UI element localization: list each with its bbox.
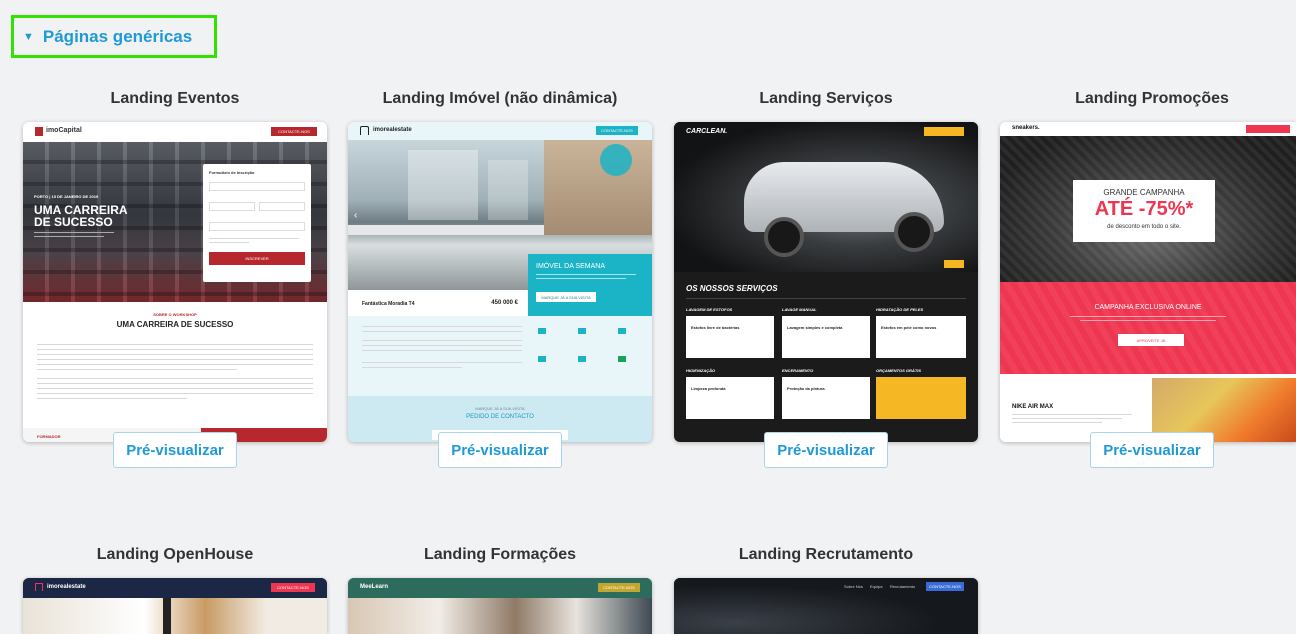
section-header-paginas-genericas[interactable]: ▼ Páginas genéricas bbox=[11, 15, 217, 58]
service-col-title: ENCERAMENTO bbox=[782, 368, 814, 373]
discount-text: ATÉ -75%* bbox=[1094, 198, 1194, 220]
thumb-brand: imoCapital bbox=[46, 127, 82, 134]
service-item: Limpeza profunda bbox=[691, 386, 726, 391]
thumb-brand: imorealestate bbox=[47, 584, 86, 590]
template-thumbnail-eventos[interactable]: imoCapital CONTACTE-NOS PORTO | 15 DE JA… bbox=[23, 122, 327, 442]
template-card-title: Landing Formações bbox=[423, 546, 577, 563]
template-card-title: Landing Imóvel (não dinâmica) bbox=[382, 90, 618, 107]
service-item: Estofos em pele como novos bbox=[881, 325, 937, 330]
form-title: Formulário de Inscrição bbox=[209, 170, 255, 175]
preview-button-imovel[interactable]: Pré-visualizar bbox=[438, 432, 562, 468]
logo-icon bbox=[35, 127, 43, 136]
service-item: Estofos livre de bactérias bbox=[691, 325, 740, 330]
preview-button-eventos[interactable]: Pré-visualizar bbox=[113, 432, 237, 468]
template-card-title: Landing Serviços bbox=[759, 90, 893, 107]
online-banner: CAMPANHA EXCLUSIVA ONLINE APROVEITE JÁ bbox=[1000, 282, 1296, 374]
thumb-brand: CARCLEAN. bbox=[686, 128, 728, 135]
service-col-title: LAVAGEM DE ESTOFOS bbox=[686, 307, 733, 312]
template-card-title: Landing OpenHouse bbox=[96, 546, 254, 563]
thumb-section-title: UMA CARREIRA DE SUCESSO bbox=[116, 320, 234, 329]
template-thumbnail-servicos[interactable]: CARCLEAN. OS NOSSOS SERVIÇOS LAVAGEM DE … bbox=[674, 122, 978, 442]
hero-image bbox=[674, 122, 978, 272]
thumb-brand: MeeLearn bbox=[360, 584, 389, 590]
nav-link: Sobre Nós bbox=[844, 584, 863, 589]
template-thumbnail-imovel[interactable]: imorealestate CONTACTE-NOS ‹ IMÓVEL DA S… bbox=[348, 122, 652, 442]
thumb-cta: CONTACTE-NOS bbox=[596, 126, 638, 135]
thumb-cta: CONTACTE-NOS bbox=[926, 582, 964, 591]
service-item: Proteção da pintura bbox=[787, 386, 825, 391]
thumb-date: PORTO | 15 DE JANEIRO DE 2019 bbox=[34, 194, 99, 199]
service-item: Lavagem simples e completa bbox=[787, 325, 843, 330]
property-label: Fantástica Moradia T4 bbox=[362, 301, 415, 307]
discount-sub: de desconto em todo o site. bbox=[1107, 224, 1181, 230]
week-title: IMÓVEL DA SEMANA bbox=[536, 263, 605, 270]
campaign-title: GRANDE CAMPANHA bbox=[1103, 188, 1185, 197]
template-thumbnail-formacoes[interactable]: MeeLearn CONTACTE-NOS bbox=[348, 578, 652, 634]
property-price: 450 000 € bbox=[491, 300, 518, 306]
campaign-box: GRANDE CAMPANHA ATÉ -75%* de desconto em… bbox=[1073, 180, 1215, 242]
thumb-form: Formulário de Inscrição INSCREVER bbox=[203, 164, 311, 282]
thumb-brand: imorealestate bbox=[373, 127, 412, 133]
nav-link: Equipa bbox=[870, 584, 883, 589]
template-card-title: Landing Eventos bbox=[110, 90, 240, 107]
badge-icon bbox=[600, 144, 632, 176]
week-button: MARQUE JÁ A SUA VISITA bbox=[536, 292, 596, 302]
service-col-title: ORÇAMENTOS GRÁTIS bbox=[876, 368, 922, 373]
thumb-hero-title-2: DE SUCESSO bbox=[34, 215, 113, 229]
online-title: CAMPANHA EXCLUSIVA ONLINE bbox=[1094, 304, 1202, 311]
thumb-cta: CONTACTE-NOS bbox=[598, 583, 640, 592]
thumb-cta: CONTACTE-NOS bbox=[271, 583, 315, 592]
house-icon bbox=[360, 126, 369, 135]
thumb-cta: CONTACTE-NOS bbox=[271, 127, 317, 136]
service-col-title: HIDRATAÇÃO DE PELES bbox=[876, 307, 924, 312]
caret-down-icon: ▼ bbox=[23, 30, 34, 43]
visit-title: PEDIDO DE CONTACTO bbox=[466, 414, 534, 420]
preview-button-promocoes[interactable]: Pré-visualizar bbox=[1090, 432, 1214, 468]
product-title: NIKE AIR MAX bbox=[1012, 404, 1054, 410]
thumb-footer-left: FORMADOR bbox=[37, 434, 61, 439]
template-thumbnail-promocoes[interactable]: sneakers. GRANDE CAMPANHA ATÉ -75%* de d… bbox=[1000, 122, 1296, 442]
thumb-kicker: SOBRE O WORKSHOP bbox=[153, 312, 197, 317]
featured-box: IMÓVEL DA SEMANA MARQUE JÁ A SUA VISITA bbox=[528, 254, 652, 316]
template-thumbnail-recrutamento[interactable]: Sobre Nós Equipa Recrutamento CONTACTE-N… bbox=[674, 578, 978, 634]
nav-link: Recrutamento bbox=[890, 584, 916, 589]
service-col-title: LAVAGE MANUAL bbox=[782, 307, 817, 312]
thumb-form-button: INSCREVER bbox=[209, 252, 305, 265]
template-thumbnail-openhouse[interactable]: imorealestate CONTACTE-NOS bbox=[23, 578, 327, 634]
template-card-title: Landing Recrutamento bbox=[738, 546, 914, 563]
online-button: APROVEITE JÁ bbox=[1118, 334, 1184, 346]
thumb-section-title: OS NOSSOS SERVIÇOS bbox=[686, 284, 778, 293]
visit-kicker: MARQUE JÁ A SUA VISITA bbox=[475, 406, 525, 411]
thumb-brand: sneakers. bbox=[1012, 125, 1040, 131]
section-title: Páginas genéricas bbox=[42, 26, 193, 46]
arrow-left-icon: ‹ bbox=[354, 210, 358, 221]
preview-button-servicos[interactable]: Pré-visualizar bbox=[764, 432, 888, 468]
service-col-title: HIGIENIZAÇÃO bbox=[686, 368, 716, 373]
template-card-title: Landing Promoções bbox=[1075, 90, 1229, 107]
